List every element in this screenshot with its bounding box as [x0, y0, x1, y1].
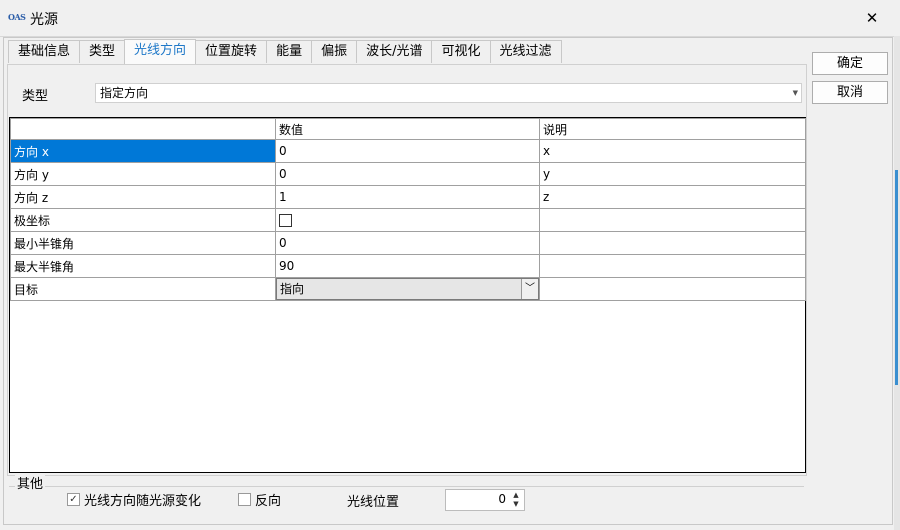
row-value-cell[interactable]: 指向 ﹀: [275, 277, 540, 301]
header-description: 说明: [539, 118, 806, 140]
row-desc-cell: [539, 208, 806, 232]
table-row[interactable]: 方向 z 1 z: [10, 185, 806, 209]
property-grid: 数值 说明 方向 x 0 x 方向 y 0 y 方向 z 1 z 极坐标 最小半…: [9, 117, 806, 473]
tab-position-rotation[interactable]: 位置旋转: [195, 40, 268, 63]
table-row[interactable]: 方向 x 0 x: [10, 139, 806, 163]
ok-button[interactable]: 确定: [812, 52, 888, 75]
row-value-cell[interactable]: 90: [275, 254, 540, 278]
checkmark-icon[interactable]: ✓: [67, 493, 80, 506]
cancel-button[interactable]: 取消: [812, 81, 888, 104]
reverse-checkbox[interactable]: 反向: [238, 490, 281, 509]
chevron-down-icon[interactable]: ﹀: [521, 279, 538, 299]
table-row[interactable]: 最小半锥角 0: [10, 231, 806, 255]
type-label: 类型: [22, 89, 49, 104]
group-divider: [9, 486, 804, 487]
follow-source-label: 光线方向随光源变化: [84, 494, 202, 509]
header-name: [10, 118, 276, 140]
tab-strip: 基础信息 类型 光线方向 位置旋转 能量 偏振 波长/光谱 可视化 光线过滤: [8, 39, 562, 64]
dropdown-arrow-icon[interactable]: ▼: [793, 84, 798, 102]
row-name-cell[interactable]: 目标: [10, 277, 276, 301]
follow-source-checkbox[interactable]: ✓ 光线方向随光源变化: [67, 490, 201, 509]
row-name-cell[interactable]: 最大半锥角: [10, 254, 276, 278]
row-desc-cell: z: [539, 185, 806, 209]
title-bar: OAS 光源 ✕: [0, 0, 900, 37]
row-desc-cell: y: [539, 162, 806, 186]
row-desc-cell: x: [539, 139, 806, 163]
table-row[interactable]: 极坐标: [10, 208, 806, 232]
ray-position-spinner[interactable]: 0 ▲ ▼: [445, 489, 525, 511]
row-desc-cell: [539, 231, 806, 255]
row-value-cell[interactable]: 0: [275, 231, 540, 255]
tab-polarization[interactable]: 偏振: [311, 40, 358, 63]
tab-wavelength-spectrum[interactable]: 波长/光谱: [356, 40, 433, 63]
ray-position-value[interactable]: 0: [498, 492, 506, 506]
table-row[interactable]: 目标 指向 ﹀: [10, 277, 806, 301]
type-select[interactable]: 指定方向 ▼: [95, 83, 802, 103]
spin-down-icon[interactable]: ▼: [510, 500, 522, 509]
header-value: 数值: [275, 118, 540, 140]
row-value-cell[interactable]: [275, 208, 540, 232]
table-row[interactable]: 方向 y 0 y: [10, 162, 806, 186]
tab-ray-filter[interactable]: 光线过滤: [489, 40, 562, 63]
table-header-row: 数值 说明: [10, 118, 806, 140]
window-title: 光源: [30, 12, 58, 28]
checkbox-box-icon[interactable]: [238, 493, 251, 506]
reverse-label: 反向: [255, 494, 282, 509]
tab-energy[interactable]: 能量: [266, 40, 313, 63]
tab-visualization[interactable]: 可视化: [431, 40, 491, 63]
table-row[interactable]: 最大半锥角 90: [10, 254, 806, 278]
row-desc-cell: [539, 277, 806, 301]
row-value-cell[interactable]: 1: [275, 185, 540, 209]
row-value-cell[interactable]: 0: [275, 139, 540, 163]
row-name-cell[interactable]: 方向 x: [10, 139, 276, 163]
app-logo-icon: OAS: [8, 12, 26, 22]
group-title: 其他: [15, 473, 46, 492]
property-table: 数值 说明 方向 x 0 x 方向 y 0 y 方向 z 1 z 极坐标 最小半…: [10, 118, 806, 301]
tab-basic-info[interactable]: 基础信息: [8, 40, 81, 63]
row-name-cell[interactable]: 极坐标: [10, 208, 276, 232]
row-desc-cell: [539, 254, 806, 278]
row-name-cell[interactable]: 方向 z: [10, 185, 276, 209]
target-combo-value: 指向: [280, 282, 305, 296]
polar-checkbox[interactable]: [279, 214, 292, 227]
tab-type[interactable]: 类型: [79, 40, 126, 63]
tab-ray-direction[interactable]: 光线方向: [124, 39, 197, 64]
close-button[interactable]: ✕: [860, 6, 884, 30]
spin-up-icon[interactable]: ▲: [510, 491, 522, 500]
type-select-value: 指定方向: [100, 86, 149, 100]
target-combo[interactable]: 指向 ﹀: [276, 278, 539, 300]
row-value-cell[interactable]: 0: [275, 162, 540, 186]
row-name-cell[interactable]: 方向 y: [10, 162, 276, 186]
ray-position-label: 光线位置: [347, 495, 400, 510]
row-name-cell[interactable]: 最小半锥角: [10, 231, 276, 255]
window-edge-accent: [895, 170, 898, 385]
